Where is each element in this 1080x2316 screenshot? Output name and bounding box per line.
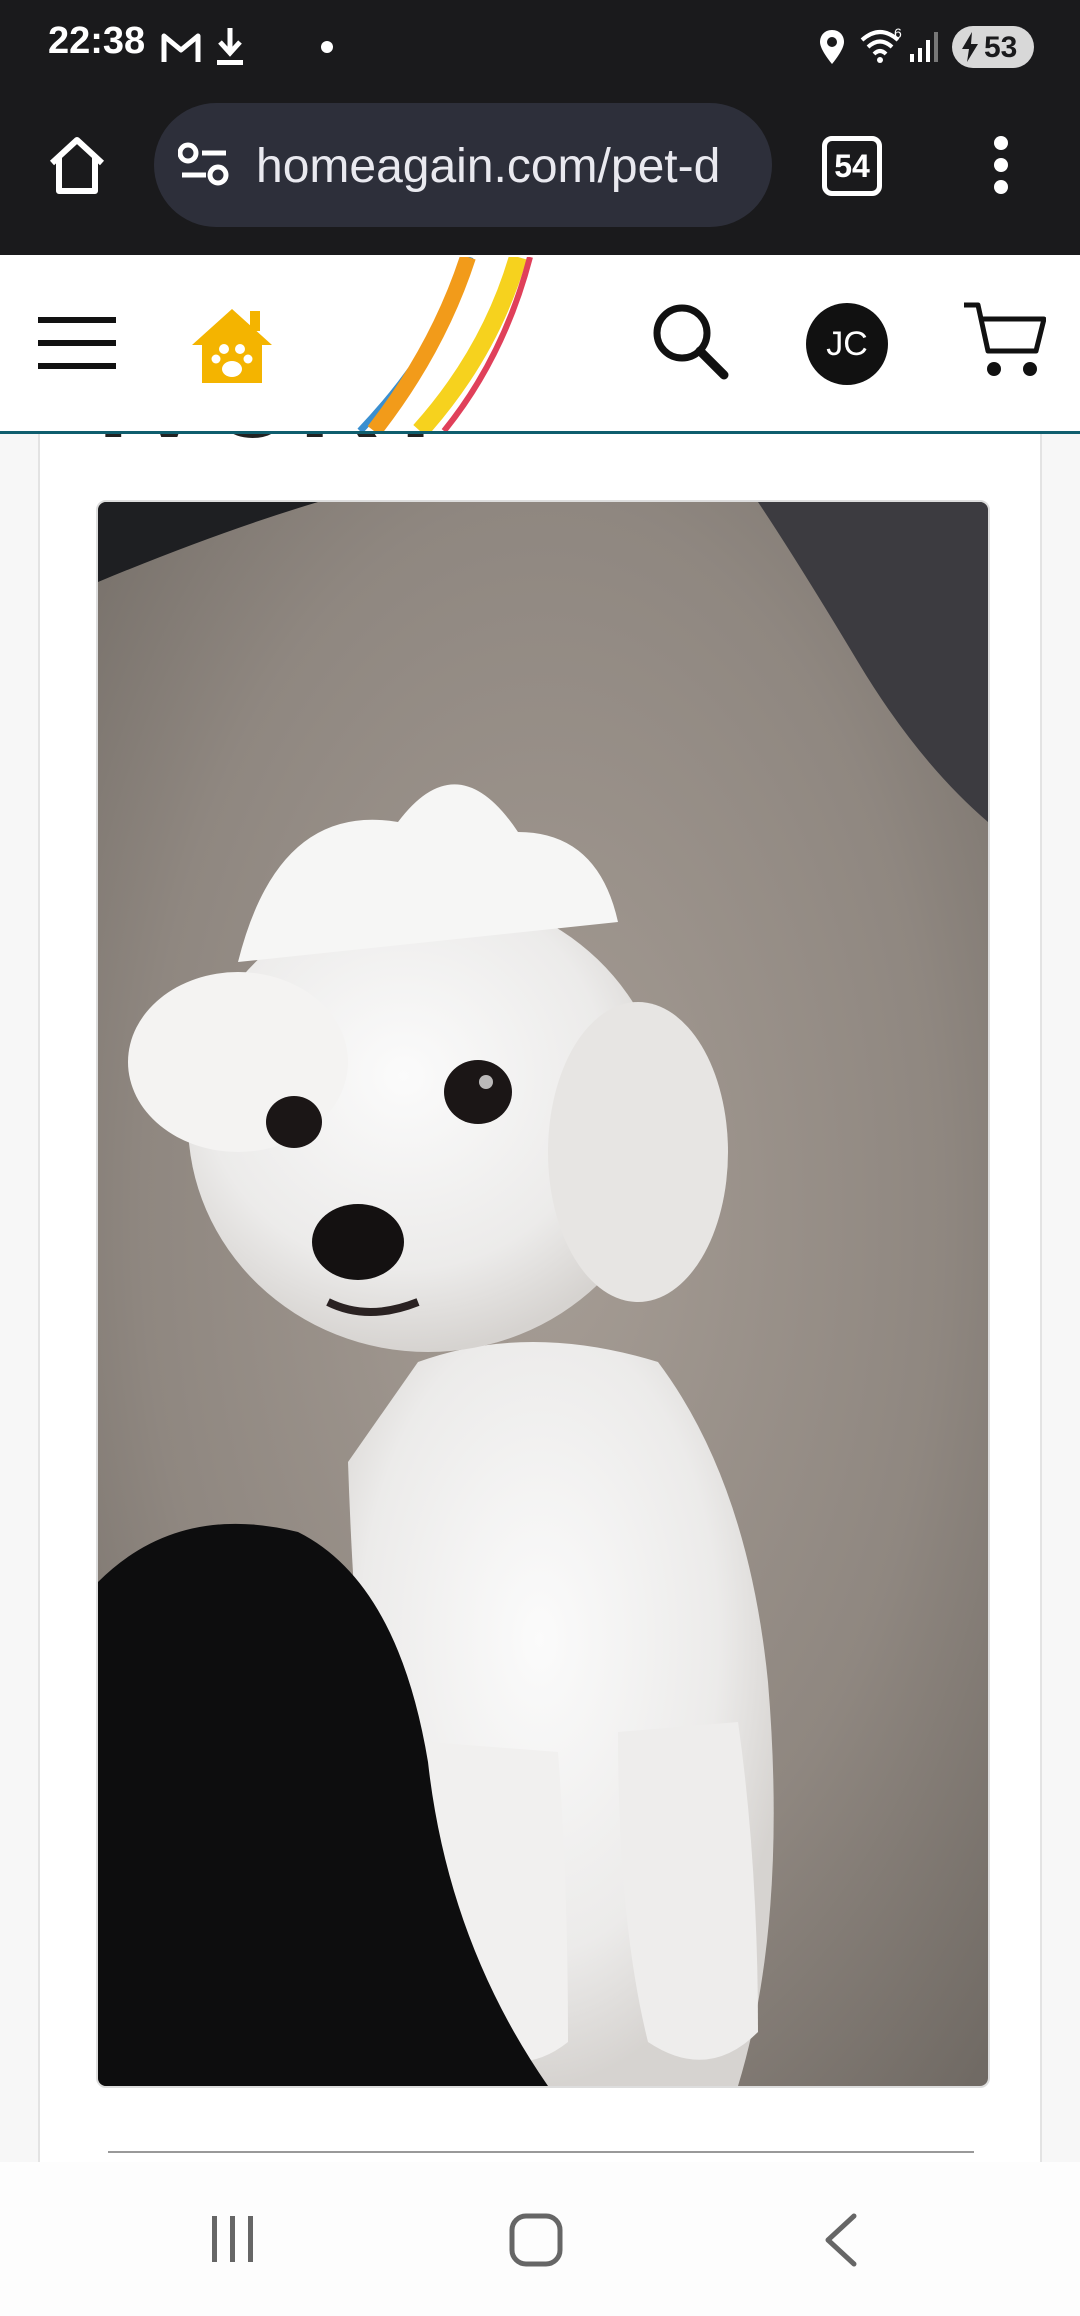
pet-photo[interactable] xyxy=(96,500,990,2088)
page-content: IVORY xyxy=(0,434,1080,2162)
wifi-icon: 6 xyxy=(860,26,902,63)
address-bar[interactable]: homeagain.com/pet-d xyxy=(154,103,772,227)
section-divider xyxy=(108,2151,974,2153)
battery-level: 53 xyxy=(984,31,1018,64)
search-icon[interactable] xyxy=(650,301,730,381)
account-avatar[interactable]: JC xyxy=(806,303,888,385)
dot-icon xyxy=(321,41,333,53)
hamburger-icon[interactable] xyxy=(38,317,116,369)
gmail-icon xyxy=(161,33,201,62)
pet-name-heading: IVORY xyxy=(98,434,456,463)
status-bar: 22:38 6 53 xyxy=(0,0,1080,95)
system-nav-bar xyxy=(0,2162,1080,2316)
homeagain-logo-icon[interactable] xyxy=(190,305,274,385)
status-time: 22:38 xyxy=(48,20,146,62)
home-icon[interactable] xyxy=(46,135,108,195)
browser-toolbar: homeagain.com/pet-d 54 xyxy=(0,95,1080,255)
dog-image xyxy=(98,502,988,2086)
menu-dots-icon[interactable] xyxy=(990,135,1012,195)
signal-icon xyxy=(910,32,938,62)
site-settings-icon[interactable] xyxy=(178,141,230,189)
location-icon xyxy=(820,30,844,64)
download-icon xyxy=(217,28,243,65)
recents-icon[interactable] xyxy=(208,2214,258,2264)
back-icon[interactable] xyxy=(820,2212,860,2268)
brand-swoosh-graphic xyxy=(357,257,533,431)
battery-icon: 53 xyxy=(952,26,1034,68)
cart-icon[interactable] xyxy=(962,299,1046,383)
url-text: homeagain.com/pet-d xyxy=(256,140,721,193)
home-nav-icon[interactable] xyxy=(508,2212,564,2268)
svg-text:6: 6 xyxy=(894,26,902,41)
tab-switcher-button[interactable]: 54 xyxy=(822,136,882,196)
pet-card: IVORY xyxy=(38,434,1042,2162)
site-header: JC xyxy=(0,257,1080,434)
